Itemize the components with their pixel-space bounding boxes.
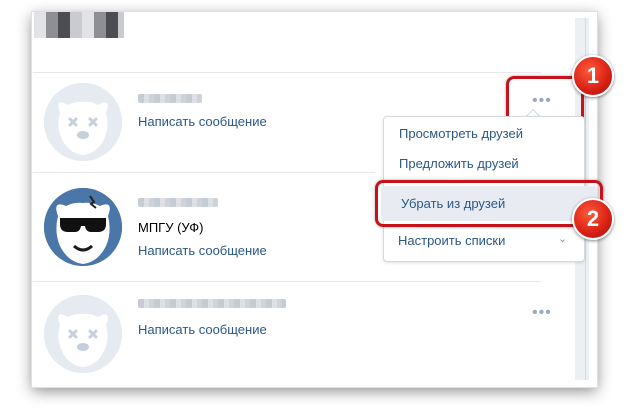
blurred-friend-name (138, 198, 218, 207)
chevron-down-icon: ⌄ (558, 233, 568, 245)
menu-item-label: Убрать из друзей (401, 196, 506, 211)
menu-item-configure-lists[interactable]: Настроить списки ⌄ (383, 226, 583, 256)
sunglasses-dog-icon (44, 188, 122, 266)
more-actions-icon[interactable]: ••• (532, 305, 552, 321)
row-divider (33, 72, 541, 73)
menu-item-label: Просмотреть друзей (399, 126, 523, 141)
more-actions-icon[interactable]: ••• (532, 93, 552, 109)
menu-item-remove-friend[interactable]: Убрать из друзей (381, 186, 597, 221)
friend-avatar[interactable] (44, 188, 122, 266)
friend-avatar[interactable] (44, 83, 122, 161)
step-badge-1: 1 (572, 55, 614, 97)
blurred-avatar-top (34, 12, 124, 38)
step-badge-2: 2 (572, 198, 614, 240)
deactivated-dog-icon (44, 295, 122, 373)
menu-item-view-friends[interactable]: Просмотреть друзей (384, 119, 584, 149)
friend-avatar[interactable] (44, 295, 122, 373)
friend-university: МПГУ (УФ) (138, 220, 204, 235)
row-divider (33, 281, 541, 282)
remove-friend-highlight: Убрать из друзей (375, 180, 603, 227)
menu-item-label: Настроить списки (398, 233, 506, 248)
write-message-link[interactable]: Написать сообщение (138, 243, 267, 258)
blurred-friend-name (138, 299, 286, 308)
menu-item-label: Предложить друзей (399, 156, 519, 171)
write-message-link[interactable]: Написать сообщение (138, 114, 267, 129)
blurred-friend-name (138, 94, 202, 103)
write-message-link[interactable]: Написать сообщение (138, 322, 267, 337)
deactivated-dog-icon (44, 83, 122, 161)
menu-item-suggest-friends[interactable]: Предложить друзей (384, 149, 584, 179)
row-divider (33, 172, 375, 173)
